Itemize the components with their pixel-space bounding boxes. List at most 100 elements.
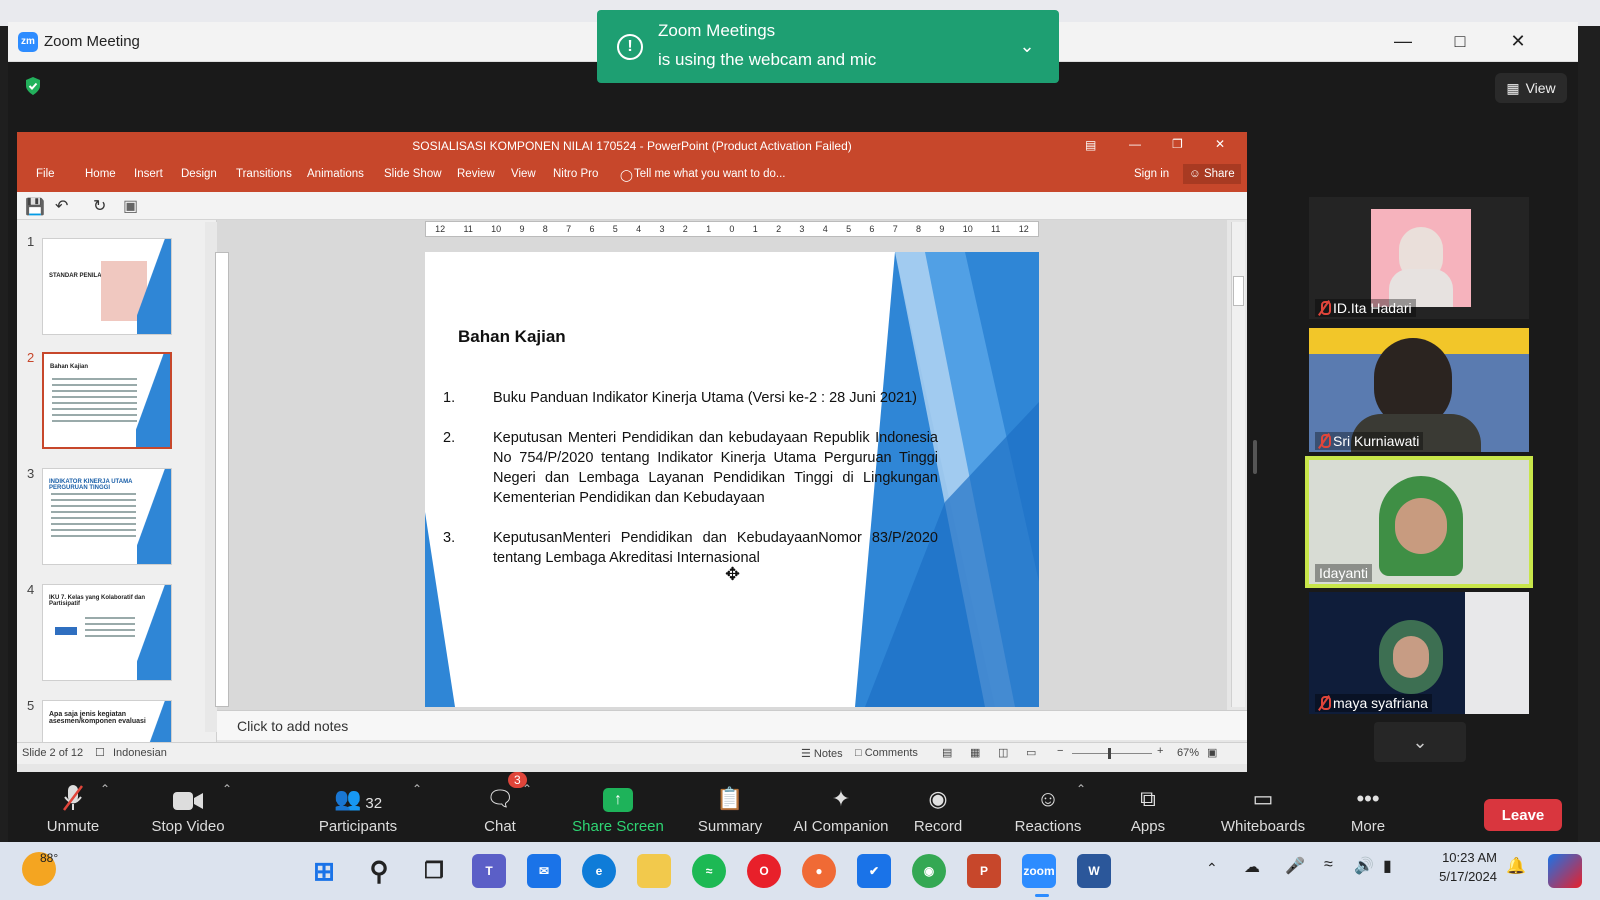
video-options-caret[interactable]: ⌃	[222, 782, 232, 796]
reading-view-icon[interactable]: ◫	[998, 746, 1008, 759]
slideshow-view-icon[interactable]: ▭	[1026, 746, 1036, 759]
slide-thumbnail-5[interactable]: Apa saja jenis kegiatan asesmen/komponen…	[42, 700, 172, 742]
more-dots-icon: •••	[1356, 786, 1380, 811]
notes-toggle[interactable]: ☰ Notes	[801, 747, 843, 760]
video-tile[interactable]: ID.Ita Hadari	[1309, 197, 1529, 319]
zoom-in-icon[interactable]: +	[1157, 745, 1163, 757]
start-icon[interactable]: ⊞	[307, 854, 341, 888]
summary-button[interactable]: 📋 Summary	[680, 772, 780, 842]
chat-options-caret[interactable]: ⌃	[522, 782, 532, 796]
shield-app-icon[interactable]: ✔	[857, 854, 891, 888]
wifi-icon[interactable]: ≈	[1324, 856, 1333, 874]
tab-insert[interactable]: Insert	[134, 168, 163, 180]
leave-button[interactable]: Leave	[1484, 799, 1562, 831]
zoom-icon[interactable]: zoom	[1022, 854, 1056, 888]
microphone-icon[interactable]: 🎤	[1285, 856, 1305, 876]
video-tile[interactable]: Sri Kurniawati	[1309, 328, 1529, 452]
copilot-icon[interactable]	[1548, 854, 1582, 888]
slide-thumbnail-4[interactable]: IKU 7. Kelas yang Kolaboratif dan Partis…	[42, 584, 172, 681]
zoom-level[interactable]: 67%	[1177, 747, 1199, 759]
zoom-out-icon[interactable]: −	[1057, 745, 1063, 757]
undo-icon[interactable]: ↶	[55, 196, 68, 216]
teams-icon[interactable]: T	[472, 854, 506, 888]
video-tile-active-speaker[interactable]: Idayanti	[1305, 456, 1533, 588]
tab-animations[interactable]: Animations	[307, 168, 364, 180]
chevron-up-icon[interactable]: ⌃	[1206, 860, 1218, 877]
view-label: View	[1525, 80, 1556, 96]
slide-thumbnail-1[interactable]: STANDAR PENILAIAN	[42, 238, 172, 335]
tell-me-search[interactable]: Tell me what you want to do...	[634, 168, 786, 180]
share-screen-button[interactable]: ↑ Share Screen	[568, 772, 668, 842]
apps-button[interactable]: ⧉ Apps	[1108, 772, 1188, 842]
clock-date[interactable]: 5/17/2024	[1421, 869, 1497, 884]
slide-thumbnail-3[interactable]: INDIKATOR KINERJA UTAMA PERGURUAN TINGGI	[42, 468, 172, 565]
whiteboards-button[interactable]: ▭ Whiteboards	[1208, 772, 1318, 842]
edge-icon[interactable]: e	[582, 854, 616, 888]
participants-button[interactable]: 👥 32 Participants	[308, 772, 408, 842]
powerpoint-icon[interactable]: P	[967, 854, 1001, 888]
ppt-close-icon[interactable]: ✕	[1215, 137, 1225, 151]
app-icon[interactable]: ●	[802, 854, 836, 888]
record-button[interactable]: ◉ Record	[898, 772, 978, 842]
save-icon[interactable]: 💾	[25, 197, 45, 217]
tab-file[interactable]: File	[36, 168, 55, 180]
fit-to-window-icon[interactable]: ▣	[1207, 746, 1217, 759]
tab-nitro-pro[interactable]: Nitro Pro	[553, 168, 598, 180]
shield-icon[interactable]	[24, 76, 42, 96]
start-from-beginning-icon[interactable]: ▣	[123, 196, 138, 216]
more-button[interactable]: ••• More	[1328, 772, 1408, 842]
chevron-down-icon[interactable]: ⌄	[1374, 722, 1466, 762]
search-icon[interactable]: ⚲	[362, 854, 396, 888]
cloud-icon[interactable]: ☁	[1244, 857, 1260, 877]
panel-resize-handle[interactable]	[1253, 440, 1257, 474]
sign-in-link[interactable]: Sign in	[1134, 168, 1169, 180]
close-icon[interactable]: ✕	[1498, 28, 1538, 54]
tab-view[interactable]: View	[511, 168, 536, 180]
audio-options-caret[interactable]: ⌃	[100, 782, 110, 796]
tab-slide-show[interactable]: Slide Show	[384, 168, 442, 180]
tab-transitions[interactable]: Transitions	[236, 168, 292, 180]
tab-review[interactable]: Review	[457, 168, 495, 180]
slide-thumbnail-2[interactable]: Bahan Kajian	[42, 352, 172, 449]
opera-icon[interactable]: O	[747, 854, 781, 888]
redo-icon[interactable]: ↻	[93, 196, 106, 216]
normal-view-icon[interactable]: ▤	[942, 746, 952, 759]
notes-pane[interactable]: Click to add notes	[217, 710, 1247, 740]
slide-vertical-scrollbar[interactable]	[1231, 222, 1245, 707]
ai-companion-button[interactable]: ✦ AI Companion	[786, 772, 896, 842]
slide-sorter-icon[interactable]: ▦	[970, 746, 980, 759]
minimize-icon[interactable]: —	[1383, 28, 1423, 54]
ppt-minimize-icon[interactable]: —	[1129, 137, 1141, 151]
chrome-icon[interactable]: ◉	[912, 854, 946, 888]
tab-design[interactable]: Design	[181, 168, 217, 180]
participants-options-caret[interactable]: ⌃	[412, 782, 422, 796]
language-label[interactable]: Indonesian	[113, 747, 167, 759]
word-icon[interactable]: W	[1077, 854, 1111, 888]
clock-time[interactable]: 10:23 AM	[1421, 850, 1497, 865]
mail-icon[interactable]: ✉	[527, 854, 561, 888]
battery-icon[interactable]: ▮	[1383, 856, 1392, 876]
notification-bell-icon[interactable]: 🔔	[1506, 856, 1526, 876]
mic-off-icon	[1319, 301, 1331, 315]
ppt-status-bar: Slide 2 of 12 ☐ Indonesian ☰ Notes □ Com…	[17, 742, 1247, 764]
ribbon-display-icon[interactable]: ▤	[1085, 138, 1096, 152]
tab-home[interactable]: Home	[85, 168, 116, 180]
share-button[interactable]: ☺ Share	[1183, 164, 1241, 184]
reactions-options-caret[interactable]: ⌃	[1076, 782, 1086, 796]
video-tile[interactable]: maya syafriana	[1309, 592, 1529, 714]
chevron-down-icon[interactable]: ⌄	[1012, 33, 1042, 59]
file-explorer-icon[interactable]	[637, 854, 671, 888]
window-title: Zoom Meeting	[44, 33, 140, 50]
zoom-slider[interactable]	[1072, 748, 1152, 759]
ppt-restore-icon[interactable]: ❐	[1172, 137, 1183, 151]
comments-toggle[interactable]: □ Comments	[855, 747, 918, 759]
spotify-icon[interactable]: ≈	[692, 854, 726, 888]
current-slide[interactable]: Bahan Kajian 1. Buku Panduan Indikator K…	[425, 252, 1039, 707]
task-view-icon[interactable]: ❐	[417, 854, 451, 888]
volume-icon[interactable]: 🔊	[1354, 856, 1374, 876]
spelling-check-icon[interactable]: ☐	[95, 746, 105, 759]
view-button[interactable]: ▦ View	[1495, 73, 1567, 103]
people-icon: 👥	[333, 786, 362, 811]
participant-video	[1371, 209, 1471, 307]
maximize-icon[interactable]: □	[1440, 28, 1480, 54]
